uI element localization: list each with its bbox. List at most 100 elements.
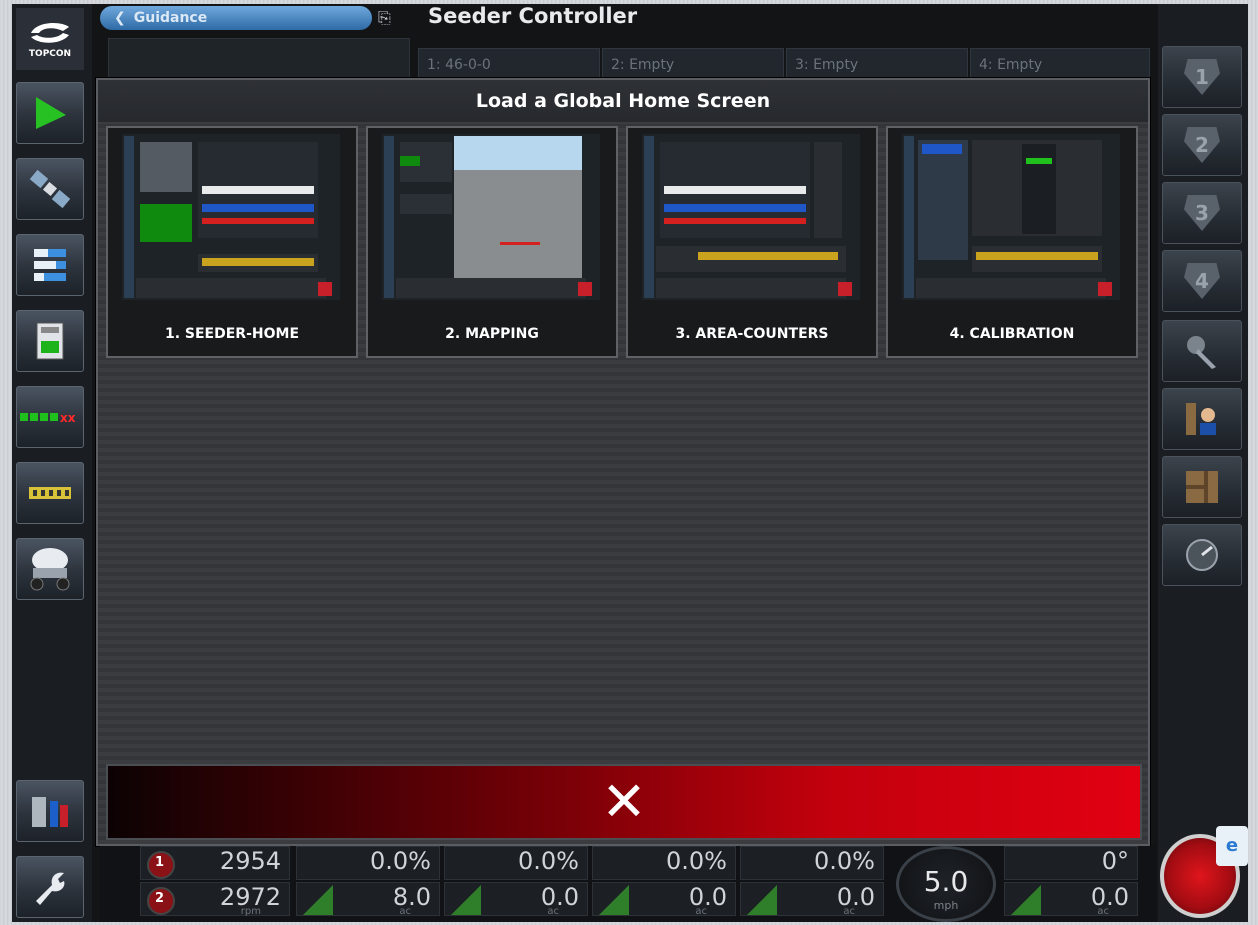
rpm-readout-1[interactable]: 1 2954 [140, 846, 290, 880]
back-chevron-icon: ❮ [114, 10, 126, 26]
speed-gauge[interactable]: 5.0 mph [896, 846, 996, 922]
wrench-gear-icon [1187, 336, 1216, 369]
home-screen-option-seeder-home[interactable]: 1. SEEDER-HOME [106, 126, 358, 358]
guidance-arrow-icon [36, 97, 66, 129]
seeder-rows-icon [29, 487, 71, 499]
bin-tab-label: 2: Empty [611, 57, 675, 73]
guidance-nav-button[interactable] [16, 82, 84, 144]
rate-readout-1[interactable]: 0.0% [296, 846, 440, 880]
section-control-button[interactable]: xx [16, 386, 84, 448]
home-screen-4-button[interactable]: 4 [1162, 250, 1242, 312]
area-unit: ac [547, 906, 559, 917]
screen-number: 4 [1195, 269, 1209, 293]
remote-support-icon[interactable]: e [1216, 826, 1248, 866]
wrench-icon [36, 872, 65, 905]
guidance-tab[interactable]: ❮ Guidance [100, 6, 372, 30]
area-readout-4[interactable]: 0.0 ac [740, 882, 884, 917]
area-triangle-icon [599, 885, 629, 915]
dialog-title: Load a Global Home Screen [98, 80, 1148, 122]
home-screen-option-mapping[interactable]: 2. MAPPING [366, 126, 618, 358]
svg-text:xx: xx [60, 411, 76, 424]
home-screen-label: 3. AREA-COUNTERS [675, 326, 829, 342]
home-screen-option-calibration[interactable]: 4. CALIBRATION [886, 126, 1138, 358]
status-strip: 1 2954 2 2972 rpm 0.0% 8.0 ac 0.0% 0.0 a… [100, 846, 1156, 922]
rpm-unit: rpm [240, 906, 261, 917]
total-area-unit: ac [1097, 906, 1109, 917]
tools-button[interactable] [1162, 320, 1242, 382]
area-readout-2[interactable]: 0.0 ac [444, 882, 588, 917]
mapping-preview [382, 134, 600, 300]
area-triangle-icon [451, 885, 481, 915]
screen-number: 1 [1195, 65, 1209, 89]
area-counters-preview [642, 134, 860, 300]
home-screen-1-button[interactable]: 1 [1162, 46, 1242, 108]
field-button[interactable] [1162, 456, 1242, 518]
seeder-home-preview [122, 134, 340, 300]
area-triangle-icon [747, 885, 777, 915]
calculator-button[interactable] [16, 310, 84, 372]
rate-percent: 0.0% [518, 847, 579, 875]
rate-percent: 0.0% [370, 847, 431, 875]
operator-button[interactable] [1162, 388, 1242, 450]
bin-tab-1[interactable]: 1: 46-0-0 [418, 48, 600, 78]
topcon-logo-mark [31, 23, 69, 43]
app-title: Seeder Controller [428, 4, 638, 28]
rate-readout-3[interactable]: 0.0% [592, 846, 736, 880]
gauge-button[interactable] [1162, 524, 1242, 586]
calculator-icon [36, 322, 64, 360]
screen-number-shield-icon: 2 [1184, 127, 1220, 163]
speed-value: 5.0 [923, 865, 969, 898]
seed-cart-button[interactable] [16, 538, 84, 600]
screen-number-shield-icon: 1 [1184, 59, 1220, 95]
bin-tab-label: 1: 46-0-0 [427, 57, 491, 73]
screen-number: 3 [1195, 201, 1209, 225]
heading-readout[interactable]: 0° [1004, 846, 1138, 880]
rpm-channel-number: 1 [155, 855, 165, 870]
trash-bins-icon [32, 797, 68, 827]
bin-tab-label: 4: Empty [979, 57, 1043, 73]
area-unit: ac [843, 906, 855, 917]
close-dialog-button[interactable]: ✕ [106, 764, 1142, 840]
home-screen-3-button[interactable]: 3 [1162, 182, 1242, 244]
system-settings-button[interactable] [16, 856, 84, 918]
bin-tab-4[interactable]: 4: Empty [970, 48, 1150, 78]
area-unit: ac [695, 906, 707, 917]
home-screen-label: 2. MAPPING [445, 326, 539, 342]
bin-tab-3[interactable]: 3: Empty [786, 48, 968, 78]
rpm-channel-number: 2 [155, 891, 165, 906]
topcon-logo[interactable]: TOPCON [16, 8, 84, 70]
calibration-preview [902, 134, 1120, 300]
rate-readout-2[interactable]: 0.0% [444, 846, 588, 880]
speed-unit: mph [933, 899, 959, 912]
screen-number: 2 [1195, 133, 1209, 157]
gnss-settings-button[interactable] [16, 158, 84, 220]
implement-bars-button[interactable] [16, 234, 84, 296]
seeder-rows-button[interactable] [16, 462, 84, 524]
load-home-screen-dialog: Load a Global Home Screen 1. SEEDER-HOME [96, 78, 1150, 846]
guidance-tab-label: Guidance [133, 10, 208, 26]
sections-icon: xx [20, 411, 76, 424]
total-area-readout[interactable]: 0.0 ac [1004, 882, 1138, 917]
gauge-icon [1186, 539, 1218, 571]
area-readout-3[interactable]: 0.0 ac [592, 882, 736, 917]
bin-tab-2[interactable]: 2: Empty [602, 48, 784, 78]
home-screen-label: 4. CALIBRATION [949, 326, 1075, 342]
rpm-readout-2[interactable]: 2 2972 rpm [140, 882, 290, 917]
field-icon [1186, 471, 1218, 503]
bars-icon [34, 249, 66, 281]
area-readout-1[interactable]: 8.0 ac [296, 882, 440, 917]
operator-icon [1186, 403, 1216, 435]
satellite-icon [29, 169, 71, 209]
rate-percent: 0.0% [666, 847, 727, 875]
rate-readout-4[interactable]: 0.0% [740, 846, 884, 880]
home-screen-option-area-counters[interactable]: 3. AREA-COUNTERS [626, 126, 878, 358]
area-triangle-icon [1011, 885, 1041, 915]
screen-number-shield-icon: 3 [1184, 195, 1220, 231]
seed-cart-icon [30, 548, 70, 591]
task-data-button[interactable] [16, 780, 84, 842]
export-icon[interactable]: ⎘ [378, 8, 402, 28]
guidance-preview-strip [108, 38, 410, 80]
home-screen-label: 1. SEEDER-HOME [164, 326, 300, 342]
heading-value: 0° [1101, 847, 1129, 875]
home-screen-2-button[interactable]: 2 [1162, 114, 1242, 176]
